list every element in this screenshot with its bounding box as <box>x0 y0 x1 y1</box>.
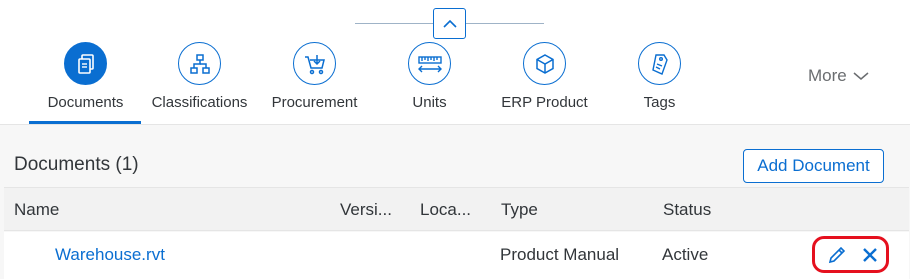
document-status: Active <box>662 245 709 264</box>
tab-units[interactable]: Units <box>372 42 487 122</box>
document-name-link[interactable]: Warehouse.rvt <box>55 245 165 265</box>
tab-tags[interactable]: Tags <box>602 42 717 122</box>
collapse-header-button[interactable] <box>433 8 466 39</box>
more-tabs-button[interactable]: More <box>808 66 869 86</box>
section-title: Documents (1) <box>14 154 139 175</box>
column-header-location[interactable]: Loca... <box>420 200 471 220</box>
pencil-icon <box>828 246 846 264</box>
edit-button[interactable] <box>826 244 848 266</box>
chevron-up-icon <box>442 19 457 28</box>
tab-label: ERP Product <box>501 94 588 111</box>
chevron-down-icon <box>853 72 869 80</box>
tab-documents[interactable]: Documents <box>28 42 143 122</box>
tab-procurement[interactable]: Procurement <box>257 42 372 122</box>
selected-tab-indicator <box>29 121 141 124</box>
tab-label: Documents <box>47 94 124 111</box>
tags-icon <box>638 42 681 85</box>
table-header: Name Versi... Loca... Type Status <box>4 187 909 231</box>
tab-label: Units <box>412 94 447 111</box>
documents-icon <box>64 42 107 85</box>
table-row[interactable]: Warehouse.rvt Product Manual Active <box>4 232 909 279</box>
divider-line <box>466 23 544 24</box>
document-type: Product Manual <box>500 245 620 264</box>
add-document-button[interactable]: Add Document <box>743 149 884 183</box>
hierarchy-icon <box>178 42 221 85</box>
tab-classifications[interactable]: Classifications <box>142 42 257 122</box>
tab-label: Classifications <box>151 94 248 111</box>
delete-button[interactable] <box>859 244 881 266</box>
tab-label: Procurement <box>271 94 358 111</box>
divider-line <box>355 23 433 24</box>
cart-icon <box>293 42 336 85</box>
ruler-icon <box>408 42 451 85</box>
tab-erp-product[interactable]: ERP Product <box>487 42 602 122</box>
more-label: More <box>808 66 847 85</box>
column-header-version[interactable]: Versi... <box>340 200 392 220</box>
column-header-type[interactable]: Type <box>501 200 538 220</box>
column-header-status[interactable]: Status <box>663 200 711 220</box>
tab-label: Tags <box>643 94 676 111</box>
close-icon <box>863 248 877 262</box>
object-page-header: Documents Classifications Procurement Un… <box>0 0 910 125</box>
product-icon <box>523 42 566 85</box>
column-header-name[interactable]: Name <box>14 200 59 220</box>
